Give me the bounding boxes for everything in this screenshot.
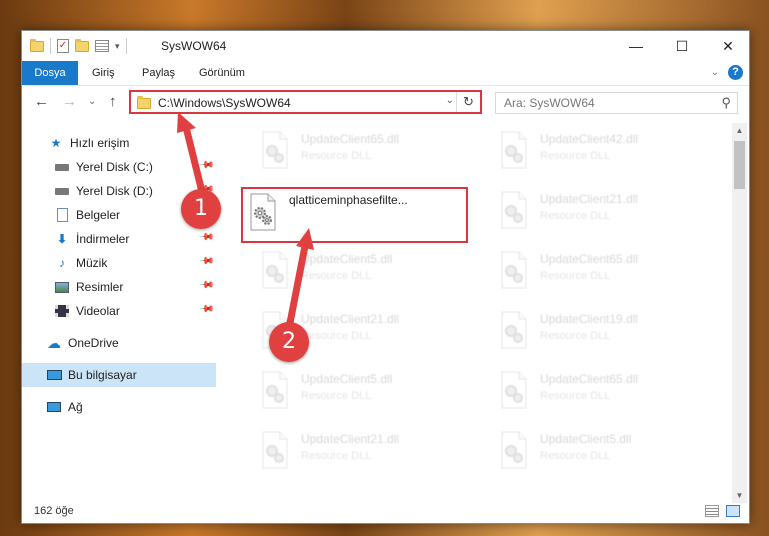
callout-2: 2 [269,322,309,362]
callout-1: 1 [181,189,221,229]
annotation-arrows [177,112,314,332]
